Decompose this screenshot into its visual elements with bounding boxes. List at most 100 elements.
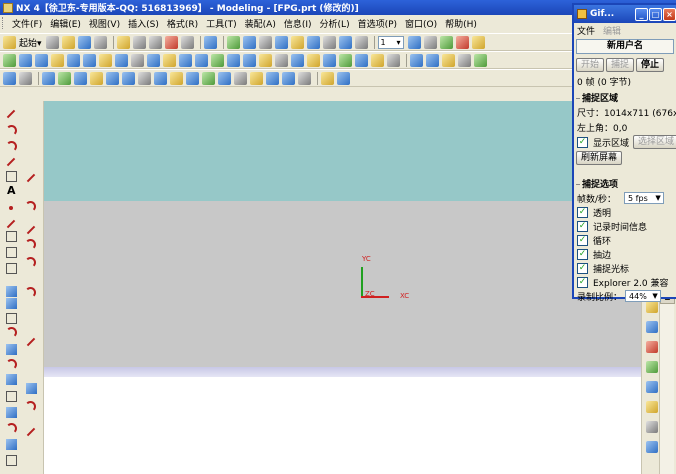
hole-icon[interactable] <box>67 53 80 67</box>
view-orient-icon[interactable] <box>306 35 320 49</box>
pad-icon[interactable] <box>115 53 128 67</box>
bridge-curve-icon[interactable] <box>6 359 17 370</box>
analysis-icon[interactable] <box>321 71 334 85</box>
point-icon[interactable] <box>19 71 32 85</box>
text-tool-icon[interactable]: A <box>7 184 18 197</box>
open-file-icon[interactable] <box>61 35 75 49</box>
measure-distance-icon[interactable] <box>337 71 350 85</box>
part-navigator-icon[interactable] <box>646 341 658 353</box>
move-to-layer-icon[interactable] <box>423 35 437 49</box>
paste-icon[interactable] <box>148 35 162 49</box>
delete-icon[interactable] <box>164 35 178 49</box>
dimension-icon[interactable] <box>25 201 36 212</box>
styled-blend-icon[interactable] <box>266 71 279 85</box>
bounded-plane-icon[interactable] <box>122 71 135 85</box>
quick-trim-icon[interactable] <box>26 337 36 347</box>
zoom-icon[interactable] <box>242 35 256 49</box>
ellipse-icon[interactable] <box>6 263 17 274</box>
point-tool-icon[interactable] <box>9 206 13 210</box>
groove-icon[interactable] <box>147 53 160 67</box>
trim-curve-icon[interactable] <box>6 313 17 324</box>
history-icon[interactable] <box>646 361 658 373</box>
cut-icon[interactable] <box>116 35 130 49</box>
start-icon[interactable] <box>3 35 16 49</box>
x-form-icon[interactable] <box>298 71 311 85</box>
menu-assembly[interactable]: 装配(A) <box>241 17 280 30</box>
close-icon[interactable]: × <box>663 7 676 21</box>
sweep-icon[interactable] <box>51 53 64 67</box>
fillet-curve-icon[interactable] <box>6 286 17 297</box>
roles-icon[interactable] <box>646 421 658 433</box>
draft-icon[interactable] <box>323 53 336 67</box>
extrude-icon[interactable] <box>19 53 32 67</box>
menu-analysis[interactable]: 分析(L) <box>316 17 354 30</box>
fps-select[interactable]: 5 fps ▼ <box>624 192 665 204</box>
menu-file[interactable]: 文件(F) <box>8 17 46 30</box>
start-menu-button[interactable]: 起始▾ <box>19 36 42 49</box>
graphics-viewport[interactable]: YC ZC XC <box>44 101 641 474</box>
constraint-icon[interactable] <box>26 173 36 183</box>
menu-preferences[interactable]: 首选项(P) <box>354 17 401 30</box>
undo-icon[interactable] <box>180 35 194 49</box>
cone-icon[interactable] <box>195 53 208 67</box>
save-icon[interactable] <box>77 35 91 49</box>
offset-face-icon[interactable] <box>410 53 423 67</box>
curve-icon[interactable] <box>3 71 16 85</box>
bridge-icon[interactable] <box>234 71 247 85</box>
trimmed-sheet-icon[interactable] <box>170 71 183 85</box>
through-mesh-icon[interactable] <box>74 71 87 85</box>
helix-icon[interactable] <box>6 219 16 229</box>
derived-curve-icon[interactable] <box>25 287 36 298</box>
fillet-sketch-icon[interactable] <box>26 383 37 394</box>
menu-tools[interactable]: 工具(T) <box>202 17 241 30</box>
line-icon[interactable] <box>6 109 16 119</box>
layer-settings-icon[interactable] <box>407 35 421 49</box>
capture-cursor-checkbox[interactable]: ✓ <box>577 262 588 274</box>
layer-select[interactable]: 1 ▾ <box>377 35 404 49</box>
trim-body-icon[interactable] <box>371 53 384 67</box>
transparent-checkbox[interactable]: ✓ <box>577 206 588 218</box>
reuse-library-icon[interactable] <box>646 381 658 393</box>
menu-edit[interactable]: 编辑(E) <box>46 17 85 30</box>
start-record-button[interactable]: 开始 <box>576 58 605 72</box>
mirror-curve-icon[interactable] <box>26 427 36 437</box>
snap-point-icon[interactable] <box>471 35 485 49</box>
menu-info[interactable]: 信息(I) <box>280 17 316 30</box>
menu-format[interactable]: 格式(R) <box>163 17 202 30</box>
menu-view[interactable]: 视图(V) <box>85 17 124 30</box>
face-blend-icon[interactable] <box>250 71 263 85</box>
sketch-icon[interactable] <box>3 53 16 67</box>
offset-curve-icon[interactable] <box>6 327 17 338</box>
section-curve-icon[interactable] <box>6 423 17 434</box>
wireframe-icon[interactable] <box>354 35 368 49</box>
chain-icon[interactable] <box>6 171 17 182</box>
thicken-icon[interactable] <box>186 71 199 85</box>
subtract-icon[interactable] <box>243 53 256 67</box>
wrap-curve-icon[interactable] <box>6 439 17 450</box>
sew-icon[interactable] <box>426 53 439 67</box>
gifcam-menu-edit[interactable]: 编辑 <box>603 24 621 37</box>
revolve-icon[interactable] <box>35 53 48 67</box>
maximize-icon[interactable]: □ <box>649 7 662 21</box>
record-time-checkbox[interactable]: ✓ <box>577 220 588 232</box>
snap-view-icon[interactable] <box>290 35 304 49</box>
corner-icon[interactable] <box>25 401 36 412</box>
unite-icon[interactable] <box>227 53 240 67</box>
tangent-icon[interactable] <box>26 225 36 235</box>
render-style-icon[interactable] <box>322 35 336 49</box>
join-curve-icon[interactable] <box>6 374 17 385</box>
rotate-icon[interactable] <box>274 35 288 49</box>
loop-checkbox[interactable]: ✓ <box>577 234 588 246</box>
pan-icon[interactable] <box>258 35 272 49</box>
select-region-button[interactable]: 选择区域 <box>633 135 676 149</box>
patch-icon[interactable] <box>442 53 455 67</box>
spline-icon[interactable] <box>6 157 16 167</box>
intersection-curve-icon[interactable] <box>6 407 17 418</box>
gifcam-menu-file[interactable]: 文件 <box>577 24 595 37</box>
print-icon[interactable] <box>93 35 107 49</box>
vertical-scrollbar[interactable]: ▲ <box>659 290 675 474</box>
stop-button[interactable]: 停止 <box>636 58 665 72</box>
divide-curve-icon[interactable] <box>6 391 17 402</box>
menu-window[interactable]: 窗口(O) <box>401 17 441 30</box>
command-finder-icon[interactable] <box>203 35 217 49</box>
